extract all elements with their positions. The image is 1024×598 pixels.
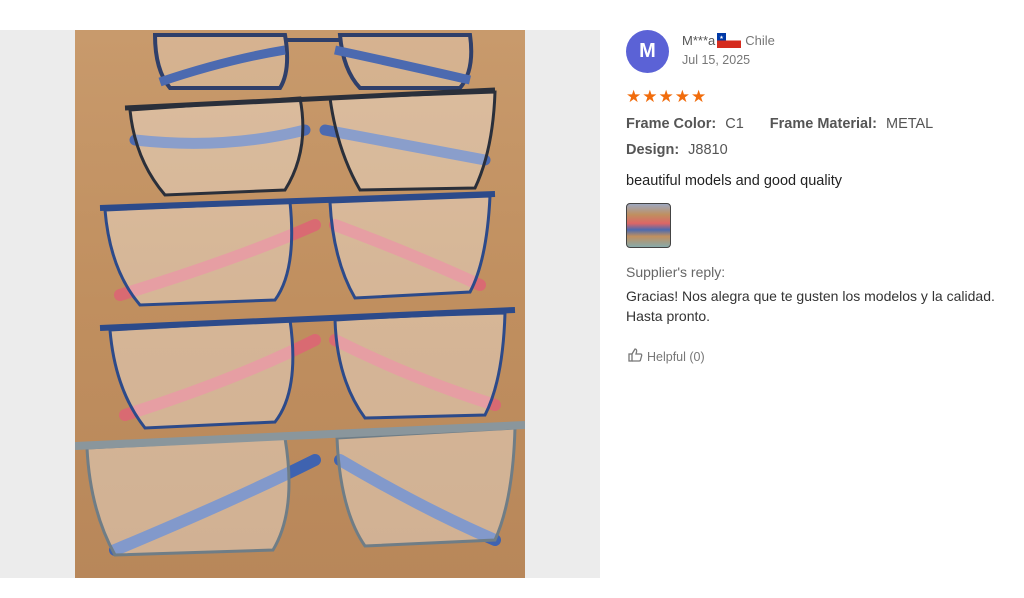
reviewer-country: Chile [745, 33, 775, 48]
star-rating: ★ ★ ★ ★ ★ [626, 88, 706, 105]
avatar: M [626, 30, 669, 73]
thumbs-up-icon [628, 348, 643, 365]
star-icon: ★ [642, 87, 658, 106]
star-icon: ★ [626, 87, 642, 106]
frame-material-value: METAL [885, 116, 934, 132]
review-photo-thumbnail[interactable] [626, 203, 671, 248]
supplier-reply-line: Hasta pronto. [626, 308, 711, 324]
frame-color-label: Frame Color: [626, 116, 717, 132]
eyeglasses-photo [75, 33, 525, 557]
review-photo[interactable] [75, 30, 525, 578]
helpful-button[interactable]: Helpful (0) [628, 348, 705, 365]
product-attributes: Frame Color: C1 Frame Material: METAL De… [626, 111, 959, 163]
design-label: Design: [626, 142, 680, 158]
helpful-label: Helpful (0) [647, 349, 705, 364]
star-icon: ★ [674, 87, 690, 106]
review-date: Jul 15, 2025 [682, 53, 751, 67]
reviewer-name: M***a [682, 33, 716, 48]
frame-material-label: Frame Material: [769, 116, 877, 132]
star-icon: ★ [658, 87, 674, 106]
supplier-reply-label: Supplier's reply: [626, 264, 726, 280]
supplier-reply-text: Gracias! Nos alegra que te gusten los mo… [626, 286, 1024, 326]
supplier-reply-line: Gracias! Nos alegra que te gusten los mo… [626, 288, 995, 304]
design-value: J8810 [688, 142, 728, 158]
svg-text:★: ★ [720, 35, 725, 41]
reviewer-info: M***a ★ Chile [682, 33, 775, 48]
frame-color-value: C1 [725, 116, 744, 132]
review-text: beautiful models and good quality [626, 173, 843, 189]
chile-flag-icon: ★ [717, 33, 742, 48]
star-icon: ★ [691, 87, 707, 106]
